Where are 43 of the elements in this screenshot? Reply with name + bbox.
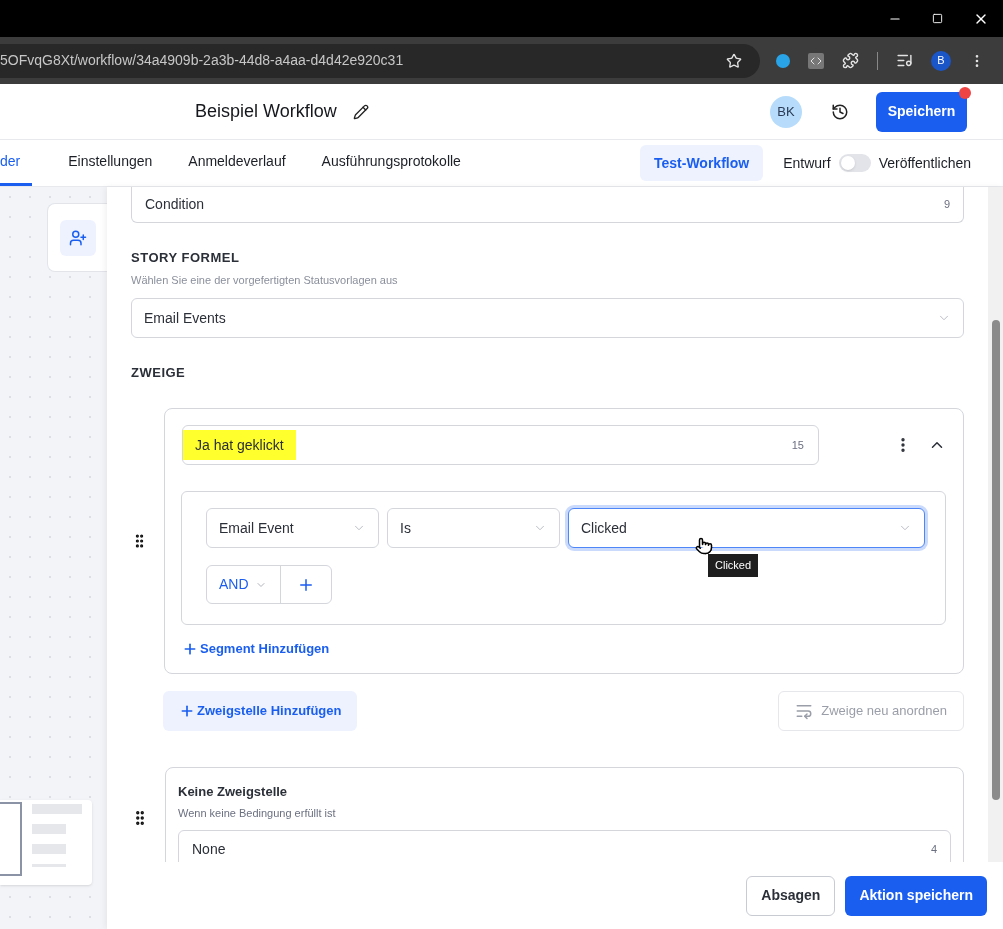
section-hint: Wählen Sie eine der vorgefertigten Statusvorlagen aus (131, 274, 399, 286)
star-icon[interactable] (726, 52, 742, 69)
publish-label: Veröffentlichen (878, 153, 971, 173)
draft-label: Entwurf (783, 153, 831, 173)
user-add-icon (69, 228, 87, 247)
nav-tab[interactable]: Ausführungsprotokolle (321, 140, 461, 186)
profile-avatar[interactable]: B (931, 50, 951, 71)
user-avatar[interactable]: BK (770, 95, 802, 128)
condition-field[interactable]: Condition 9 (131, 187, 964, 223)
test-workflow-button[interactable]: Test-Workflow (640, 145, 764, 181)
tooltip: Clicked (708, 554, 759, 577)
character-count: 4 (930, 842, 937, 858)
branch-name-field[interactable]: Ja hat geklickt 15 (182, 425, 819, 465)
save-action-button[interactable]: Aktion speichern (845, 875, 987, 916)
edit-icon[interactable] (352, 103, 369, 120)
nav-tab[interactable]: Einstellungen (68, 140, 153, 186)
workflow-title: Beispiel Workflow (195, 100, 337, 123)
publish-toggle[interactable] (838, 154, 871, 172)
character-count: 15 (791, 437, 804, 453)
scrollbar[interactable] (988, 187, 1003, 862)
story-select[interactable]: Email Events (131, 298, 964, 338)
branch-name: Ja hat geklickt (183, 430, 296, 460)
url-text: 5OFvqG8Xt/workflow/34a4909b-2a3b-44d8-a4aa-d4d42e920c31 (0, 51, 404, 70)
extension-icon[interactable] (776, 53, 790, 68)
workflow-node-card[interactable] (47, 203, 107, 272)
section-heading: STORY FORMEL (131, 250, 241, 266)
default-branch-subtitle: Wenn keine Bedingung erfüllt ist (178, 806, 337, 821)
character-count: 9 (943, 197, 950, 213)
media-icon[interactable] (896, 52, 913, 69)
add-branch-button[interactable]: Zweigstelle Hinzufügen (163, 690, 358, 731)
field-select[interactable]: Email Event (206, 508, 379, 548)
maximize-icon[interactable] (932, 13, 943, 24)
section-heading: ZWEIGE (131, 365, 187, 381)
history-icon[interactable] (831, 102, 849, 121)
cancel-button[interactable]: Absagen (746, 875, 836, 916)
default-branch-field[interactable]: None 4 (178, 829, 951, 862)
nav-tab[interactable]: Anmeldeverlauf (188, 140, 286, 186)
operator-select[interactable]: Is (387, 508, 560, 548)
add-segment-link[interactable]: Segment Hinzufügen (182, 639, 330, 659)
code-icon[interactable] (808, 52, 824, 69)
puzzle-icon[interactable] (842, 52, 859, 69)
default-branch-title: Keine Zweigstelle (178, 782, 289, 801)
address-bar[interactable]: 5OFvqG8Xt/workflow/34a4909b-2a3b-44d8-a4aa-d4d42e920c31 (0, 43, 760, 78)
